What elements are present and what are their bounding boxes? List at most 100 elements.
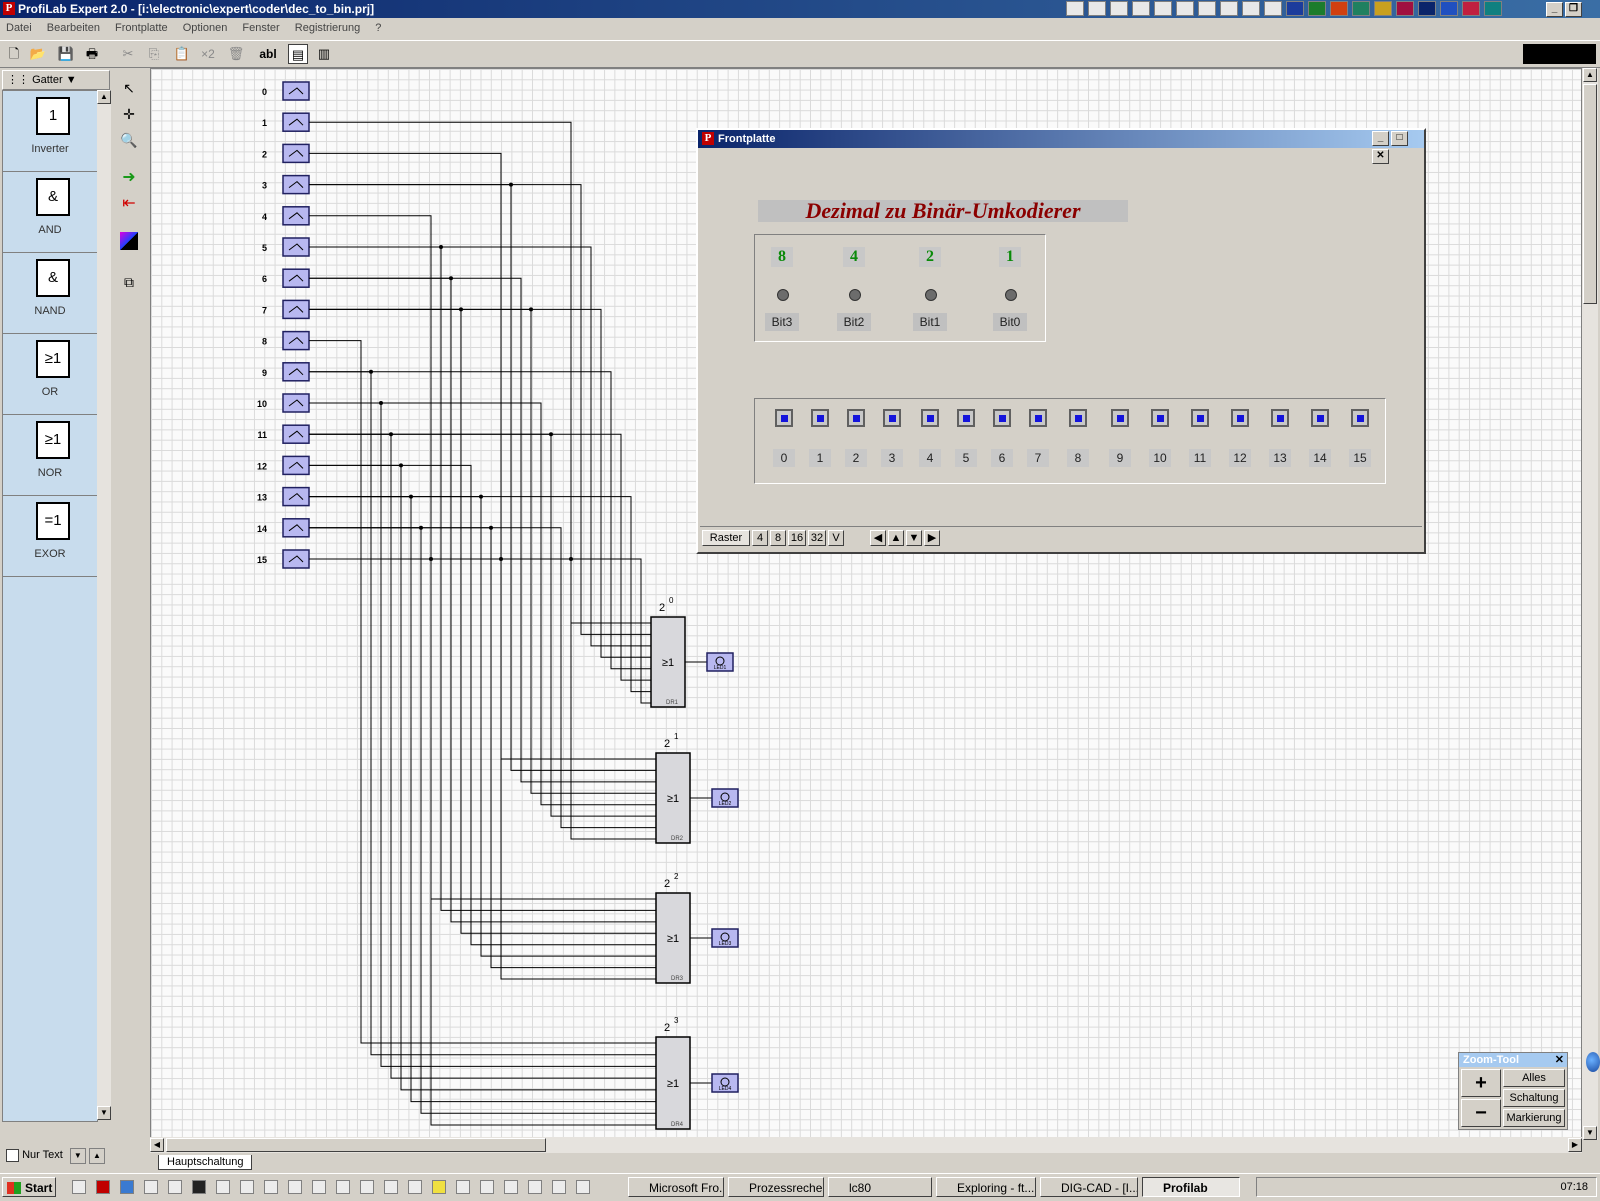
zoom-circuit-button[interactable]: Schaltung (1503, 1089, 1565, 1107)
copy-icon[interactable]: ⎘ (144, 44, 164, 64)
quicklaunch-icon[interactable] (72, 1180, 86, 1194)
quicklaunch-icon[interactable] (336, 1180, 350, 1194)
app-icon[interactable] (1242, 1, 1260, 16)
task-profilab[interactable]: Profilab (1142, 1177, 1240, 1197)
palette-item-nor[interactable]: ≥1 NOR (3, 415, 97, 496)
scroll-up-icon[interactable]: ▲ (97, 90, 111, 104)
page-view-icon[interactable]: ▥ (314, 44, 334, 64)
input-switch-8[interactable] (1069, 409, 1087, 427)
minimize-button[interactable]: _ (1546, 2, 1563, 17)
excel-icon[interactable] (1308, 1, 1326, 16)
maximize-button[interactable]: □ (1391, 131, 1408, 146)
quicklaunch-icon[interactable] (144, 1180, 158, 1194)
menu-datei[interactable]: Datei (0, 19, 38, 38)
input-switch-7[interactable] (1029, 409, 1047, 427)
quicklaunch-icon[interactable] (264, 1180, 278, 1194)
pointer-tool-icon[interactable]: ↖ (116, 76, 142, 100)
arrow-down-icon[interactable]: ▼ (906, 530, 922, 546)
category-dropdown[interactable]: ⋮⋮ Gatter ▼ (2, 70, 110, 90)
app-icon[interactable] (1440, 1, 1458, 16)
app-icon[interactable] (1418, 1, 1436, 16)
arrow-up-icon[interactable]: ▲ (88, 1148, 105, 1164)
app-icon[interactable] (1396, 1, 1414, 16)
input-switch-0[interactable] (775, 409, 793, 427)
quicklaunch-icon[interactable] (480, 1180, 494, 1194)
menu-registrierung[interactable]: Registrierung (289, 19, 366, 38)
crosshair-tool-icon[interactable]: ✛ (116, 102, 142, 126)
task-lc80[interactable]: lc80 (828, 1177, 932, 1197)
tab-hauptschaltung[interactable]: Hauptschaltung (158, 1155, 253, 1170)
input-switch-13[interactable] (1271, 409, 1289, 427)
arrow-right-icon[interactable]: ▶ (924, 530, 940, 546)
input-switch-6[interactable] (993, 409, 1011, 427)
new-file-icon[interactable]: 🗋 (4, 44, 24, 64)
app-icon[interactable] (1330, 1, 1348, 16)
input-switch-1[interactable] (811, 409, 829, 427)
start-button[interactable]: Start (2, 1177, 56, 1197)
app-icon[interactable] (1154, 1, 1172, 16)
palette-scrollbar[interactable]: ▲ ▼ (97, 90, 111, 1120)
quicklaunch-icon[interactable] (384, 1180, 398, 1194)
input-switch-9[interactable] (1111, 409, 1129, 427)
window-switch-icon[interactable]: ⧉ (116, 270, 142, 294)
nur-text-checkbox[interactable] (6, 1148, 19, 1162)
raster-option-8[interactable]: 8 (770, 530, 786, 546)
app-icon[interactable] (1066, 1, 1084, 16)
raster-option-4[interactable]: 4 (752, 530, 768, 546)
quicklaunch-icon[interactable] (504, 1180, 518, 1194)
input-switch-14[interactable] (1311, 409, 1329, 427)
canvas-vertical-scrollbar[interactable]: ▲ ▼ (1582, 68, 1598, 1140)
open-folder-icon[interactable]: 📂 (28, 44, 48, 64)
profilab-quicklaunch-icon[interactable] (96, 1180, 110, 1194)
menu-fenster[interactable]: Fenster (236, 19, 285, 38)
mail-icon[interactable] (1132, 1, 1150, 16)
palette-item-and[interactable]: & AND (3, 172, 97, 253)
menu-optionen[interactable]: Optionen (177, 19, 234, 38)
color-palette-icon[interactable] (116, 232, 142, 256)
task-exploring[interactable]: Exploring - ft... (936, 1177, 1036, 1197)
app-icon[interactable] (1176, 1, 1194, 16)
restore-button[interactable]: ❐ (1565, 2, 1582, 17)
text-tool-button[interactable]: abl (258, 44, 278, 64)
browser-icon[interactable] (120, 1180, 134, 1194)
palette-item-nand[interactable]: & NAND (3, 253, 97, 334)
app-icon[interactable] (1484, 1, 1502, 16)
print-icon[interactable]: 🖶 (82, 44, 102, 64)
scroll-right-icon[interactable]: ▶ (1568, 1138, 1582, 1152)
terminal-icon[interactable] (192, 1180, 206, 1194)
quicklaunch-icon[interactable] (432, 1180, 446, 1194)
quicklaunch-icon[interactable] (312, 1180, 326, 1194)
scroll-thumb[interactable] (1583, 84, 1597, 304)
input-switch-2[interactable] (847, 409, 865, 427)
canvas-horizontal-scrollbar[interactable]: ◀ ▶ (150, 1137, 1582, 1153)
app-icon[interactable] (1088, 1, 1106, 16)
cut-icon[interactable]: ✂ (118, 44, 138, 64)
duplicate-button[interactable]: ×2 (198, 44, 218, 64)
menu-frontplatte[interactable]: Frontplatte (109, 19, 174, 38)
minimize-button[interactable]: _ (1372, 131, 1389, 146)
task-microsoft-frontpage[interactable]: Microsoft Fro... (628, 1177, 724, 1197)
input-switch-12[interactable] (1231, 409, 1249, 427)
scroll-up-icon[interactable]: ▲ (1583, 68, 1597, 82)
raster-option-v[interactable]: V (828, 530, 844, 546)
zoom-in-button[interactable]: + (1461, 1069, 1501, 1097)
palette-item-exor[interactable]: =1 EXOR (3, 496, 97, 577)
input-switch-10[interactable] (1151, 409, 1169, 427)
close-icon[interactable]: ✕ (1555, 1053, 1564, 1067)
word-icon[interactable] (1286, 1, 1304, 16)
save-icon[interactable]: 💾 (56, 44, 76, 64)
input-switch-11[interactable] (1191, 409, 1209, 427)
quicklaunch-icon[interactable] (456, 1180, 470, 1194)
app-icon[interactable] (1352, 1, 1370, 16)
raster-option-16[interactable]: 16 (788, 530, 806, 546)
task-prozessrechner[interactable]: Prozessreche... (728, 1177, 824, 1197)
palette-item-inverter[interactable]: 1 Inverter (3, 91, 97, 172)
zoom-selection-button[interactable]: Markierung (1503, 1109, 1565, 1127)
input-switch-5[interactable] (957, 409, 975, 427)
nur-text-option[interactable]: Nur Text ▼ ▲ (6, 1148, 105, 1164)
scroll-left-icon[interactable]: ◀ (150, 1138, 164, 1152)
app-icon[interactable] (1374, 1, 1392, 16)
quicklaunch-icon[interactable] (216, 1180, 230, 1194)
raster-option-32[interactable]: 32 (808, 530, 826, 546)
quicklaunch-icon[interactable] (576, 1180, 590, 1194)
